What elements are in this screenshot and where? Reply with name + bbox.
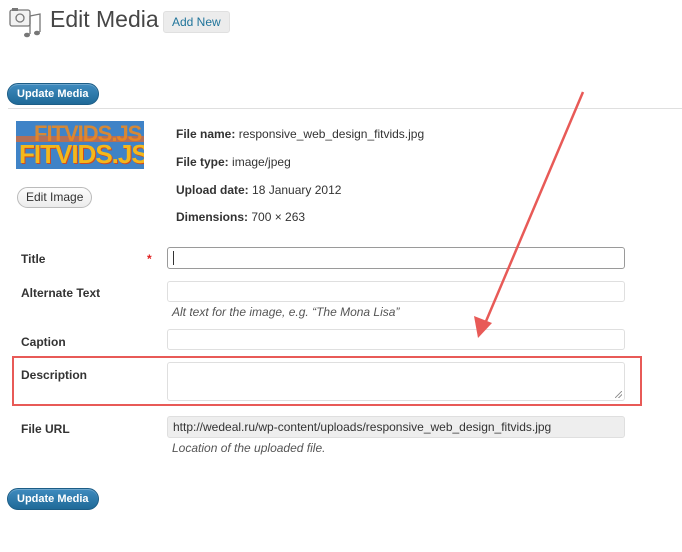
file-name-value: responsive_web_design_fitvids.jpg	[238, 127, 425, 141]
caption-label: Caption	[21, 335, 66, 349]
dimensions-label: Dimensions:	[176, 210, 249, 224]
upload-date-label: Upload date:	[176, 183, 249, 197]
image-thumbnail: FITVIDS.JS FITVIDS.JS	[16, 121, 144, 169]
dimensions-row: Dimensions: 700 × 263	[176, 210, 305, 224]
required-marker: *	[147, 252, 152, 266]
annotation-arrow-icon	[474, 91, 585, 338]
file-type-label: File type:	[176, 155, 229, 169]
file-name-label: File name:	[176, 127, 236, 141]
page-title: Edit Media	[50, 6, 159, 32]
file-name-row: File name: responsive_web_design_fitvids…	[176, 127, 424, 141]
dimensions-value: 700 × 263	[251, 210, 306, 224]
file-type-value: image/jpeg	[232, 155, 291, 169]
alt-text-input[interactable]	[167, 281, 625, 302]
text-caret	[173, 251, 174, 265]
upload-date-row: Upload date: 18 January 2012	[176, 183, 341, 197]
file-url-label: File URL	[21, 422, 70, 436]
file-url-help: Location of the uploaded file.	[172, 441, 326, 455]
add-new-button[interactable]: Add New	[163, 11, 230, 33]
alt-text-help: Alt text for the image, e.g. “The Mona L…	[172, 305, 400, 319]
thumbnail-text: FITVIDS.JS	[19, 139, 144, 169]
description-highlight-box	[12, 356, 642, 406]
edit-image-button[interactable]: Edit Image	[17, 187, 93, 208]
file-url-input[interactable]: http://wedeal.ru/wp-content/uploads/resp…	[167, 416, 625, 438]
file-type-row: File type: image/jpeg	[176, 155, 291, 169]
title-input[interactable]	[167, 247, 625, 269]
title-label: Title	[21, 252, 46, 266]
update-media-button-top[interactable]: Update Media	[7, 83, 99, 105]
divider	[8, 108, 682, 109]
caption-input[interactable]	[167, 329, 625, 350]
alt-text-label: Alternate Text	[21, 286, 101, 300]
media-library-icon	[8, 6, 42, 38]
update-media-button-bottom[interactable]: Update Media	[7, 488, 99, 510]
upload-date-value: 18 January 2012	[252, 183, 342, 197]
